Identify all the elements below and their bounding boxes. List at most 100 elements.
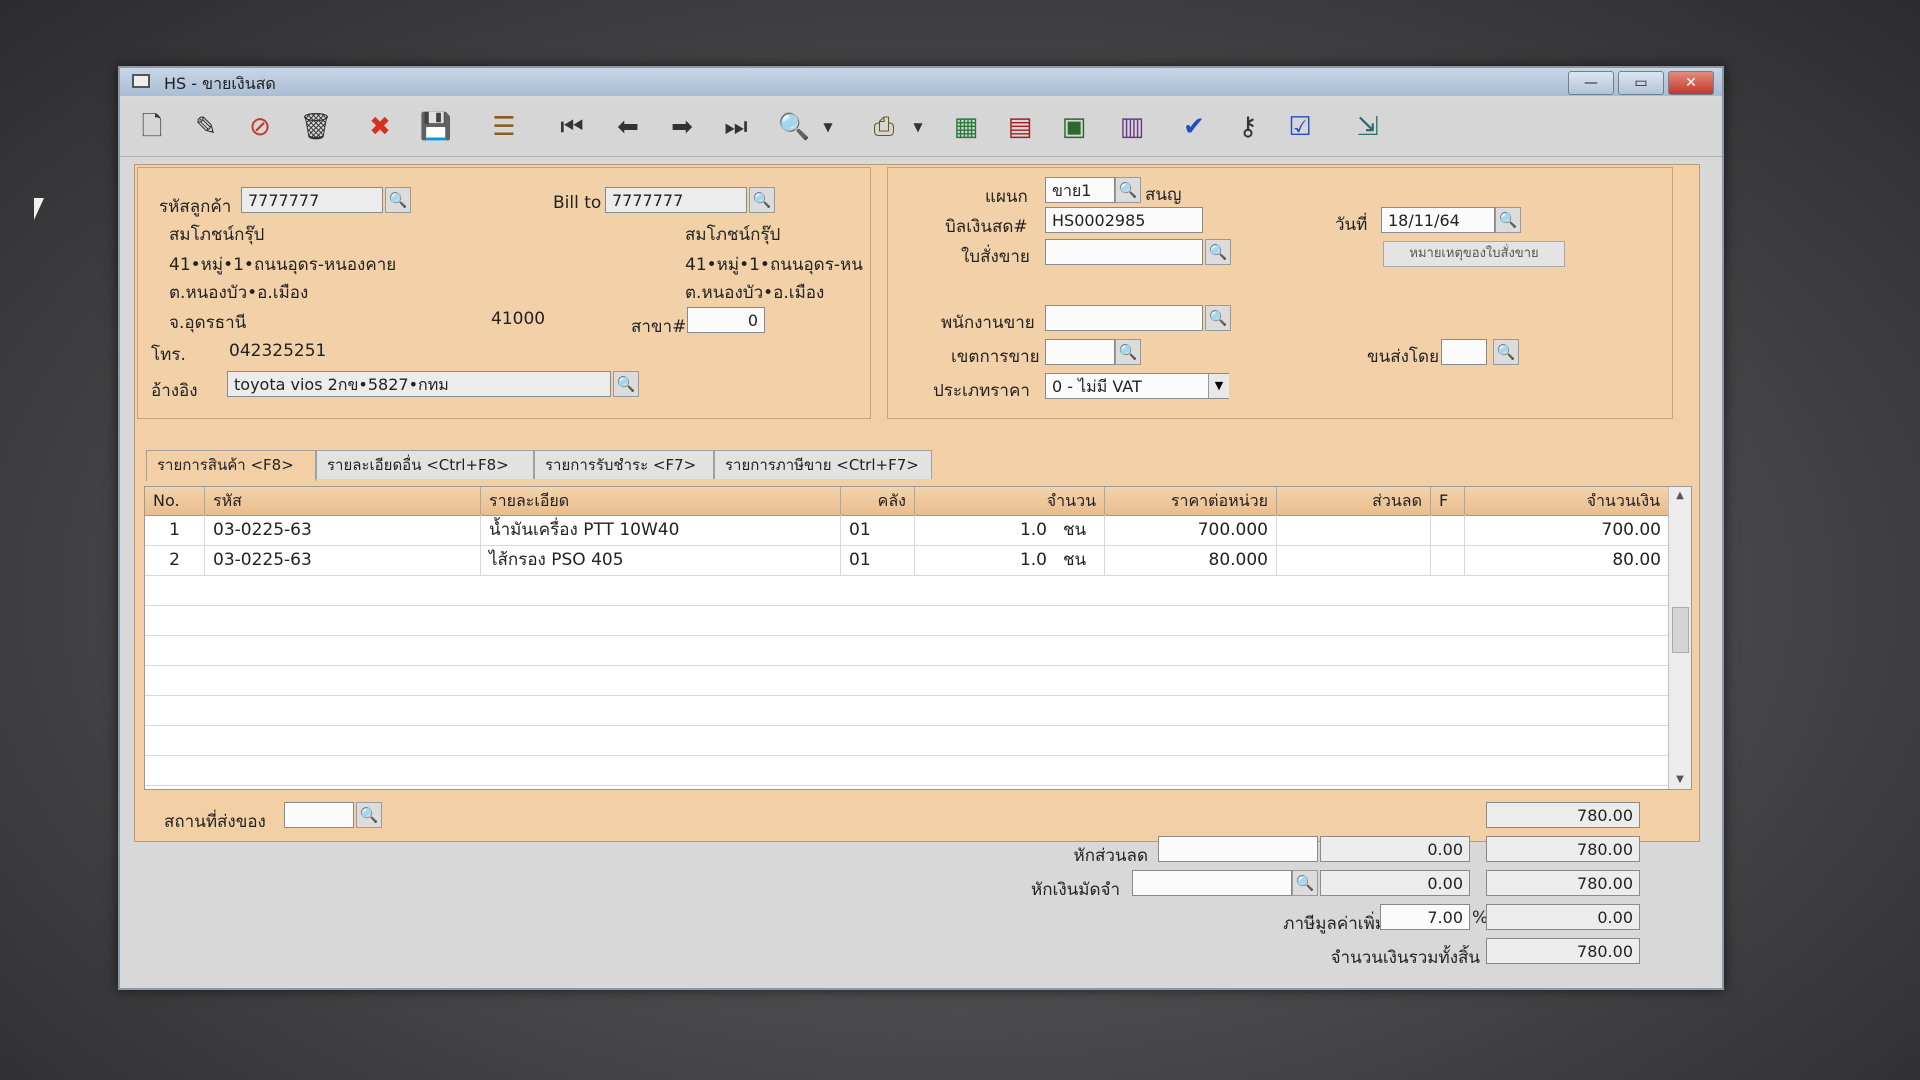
salesman-search-icon[interactable]: 🔍 bbox=[1205, 305, 1231, 331]
delivery-search-icon[interactable]: 🔍 bbox=[356, 802, 382, 828]
list-icon[interactable]: ☰ bbox=[484, 108, 524, 146]
bill-label: บิลเงินสด# bbox=[945, 217, 1028, 237]
sales-area-label: เขตการขาย bbox=[951, 347, 1040, 367]
reference-search-icon[interactable]: 🔍 bbox=[613, 371, 639, 397]
cancel-icon[interactable]: ✖ bbox=[360, 108, 400, 146]
cell-no: 1 bbox=[145, 515, 205, 545]
discount-input[interactable] bbox=[1158, 836, 1318, 862]
empty-row[interactable] bbox=[145, 665, 1669, 696]
cell-description: ไส้กรอง PSO 405 bbox=[481, 545, 841, 575]
billto-addr1: 41•หมู่•1•ถนนอุดร-หน bbox=[685, 255, 863, 275]
cell-unit-price: 80.000 bbox=[1105, 545, 1277, 575]
empty-row[interactable] bbox=[145, 605, 1669, 636]
empty-row[interactable] bbox=[145, 725, 1669, 756]
next-icon[interactable]: ➡ bbox=[662, 108, 702, 146]
dept-search-icon[interactable]: 🔍 bbox=[1115, 177, 1141, 203]
approve-icon[interactable]: ✔ bbox=[1174, 108, 1214, 146]
prev-icon[interactable]: ⬅ bbox=[608, 108, 648, 146]
customer-code-input[interactable]: 7777777 bbox=[241, 187, 383, 213]
empty-row[interactable] bbox=[145, 635, 1669, 666]
new-doc-icon[interactable]: 🗋 bbox=[132, 108, 172, 146]
calc-icon[interactable]: ▦ bbox=[946, 108, 986, 146]
report-icon[interactable]: ▤ bbox=[1000, 108, 1040, 146]
print-icon[interactable]: ⎙ bbox=[864, 108, 904, 146]
void-icon[interactable]: ⊘ bbox=[240, 108, 280, 146]
branch-input[interactable]: 0 bbox=[687, 307, 765, 333]
billto-search-icon[interactable]: 🔍 bbox=[749, 187, 775, 213]
find-icon[interactable]: 🔍 bbox=[774, 108, 814, 146]
table-icon[interactable]: ▥ bbox=[1112, 108, 1152, 146]
col-unit-price: ราคาต่อหน่วย bbox=[1105, 487, 1277, 515]
deposit-input[interactable] bbox=[1132, 870, 1292, 896]
exit-icon[interactable]: ⇲ bbox=[1348, 108, 1388, 146]
customer-code-label: รหัสลูกค้า bbox=[159, 197, 232, 217]
unlock-icon[interactable]: ⚷ bbox=[1228, 108, 1268, 146]
print-dropdown-icon[interactable]: ▼ bbox=[910, 108, 926, 146]
cell-unit: ชน bbox=[1055, 515, 1105, 545]
sales-area-search-icon[interactable]: 🔍 bbox=[1115, 339, 1141, 365]
sales-order-label: ใบสั่งขาย bbox=[961, 247, 1030, 267]
date-picker-icon[interactable]: 🔍 bbox=[1495, 207, 1521, 233]
scroll-thumb[interactable] bbox=[1672, 607, 1689, 653]
find-dropdown-icon[interactable]: ▼ bbox=[820, 108, 836, 146]
ship-by-input[interactable] bbox=[1441, 339, 1487, 365]
vat-rate-input[interactable]: 7.00 bbox=[1380, 904, 1470, 930]
date-input[interactable]: 18/11/64 bbox=[1381, 207, 1495, 233]
tab-payments[interactable]: รายการรับชำระ <F7> bbox=[534, 450, 714, 479]
reference-input[interactable]: toyota vios 2กข•5827•กทม bbox=[227, 371, 611, 397]
sales-area-input[interactable] bbox=[1045, 339, 1115, 365]
empty-row[interactable] bbox=[145, 755, 1669, 786]
deposit-label: หักเงินมัดจำ bbox=[1031, 880, 1120, 900]
cell-description: น้ำมันเครื่อง PTT 10W40 bbox=[481, 515, 841, 545]
cell-quantity: 1.0 bbox=[1019, 520, 1047, 540]
price-type-select[interactable]: 0 - ไม่มี VAT bbox=[1045, 373, 1229, 399]
grid-scrollbar[interactable]: ▲ ▼ bbox=[1668, 487, 1691, 789]
sales-order-input[interactable] bbox=[1045, 239, 1203, 265]
trash-icon[interactable]: 🗑 bbox=[296, 108, 336, 146]
table-row[interactable]: 1 03-0225-63 น้ำมันเครื่อง PTT 10W40 01 … bbox=[145, 515, 1669, 546]
grid-header: No. รหัส รายละเอียด คลัง จำนวน ราคาต่อหน… bbox=[145, 487, 1669, 516]
so-icon[interactable]: ▣ bbox=[1054, 108, 1094, 146]
col-warehouse: คลัง bbox=[841, 487, 915, 515]
last-icon[interactable]: ⏭ bbox=[716, 108, 756, 146]
tab-sales-tax[interactable]: รายการภาษีขาย <Ctrl+F7> bbox=[714, 450, 932, 479]
scroll-up-icon[interactable]: ▲ bbox=[1669, 487, 1691, 505]
items-grid: No. รหัส รายละเอียด คลัง จำนวน ราคาต่อหน… bbox=[144, 486, 1692, 790]
save-icon[interactable]: 💾 bbox=[416, 108, 456, 146]
chevron-down-icon[interactable]: ▼ bbox=[1208, 374, 1229, 398]
bill-input[interactable]: HS0002985 bbox=[1045, 207, 1203, 233]
phone-label: โทร. bbox=[151, 345, 186, 365]
reference-label: อ้างอิง bbox=[151, 381, 198, 401]
dept-label: แผนก bbox=[985, 187, 1028, 207]
tab-items[interactable]: รายการสินค้า <F8> bbox=[146, 450, 316, 481]
ok-icon[interactable]: ☑ bbox=[1280, 108, 1320, 146]
cell-warehouse: 01 bbox=[841, 545, 915, 575]
billto-name: สมโภชน์กรุ๊ป bbox=[685, 225, 781, 245]
ship-by-search-icon[interactable]: 🔍 bbox=[1493, 339, 1519, 365]
minimize-button[interactable]: — bbox=[1568, 71, 1614, 95]
customer-search-icon[interactable]: 🔍 bbox=[385, 187, 411, 213]
deposit-search-icon[interactable]: 🔍 bbox=[1292, 870, 1318, 896]
discount-value: 0.00 bbox=[1320, 836, 1470, 862]
cell-no: 2 bbox=[145, 545, 205, 575]
col-description: รายละเอียด bbox=[481, 487, 841, 515]
sales-order-note-button[interactable]: หมายเหตุของใบสั่งขาย bbox=[1383, 241, 1565, 267]
mouse-cursor bbox=[34, 198, 44, 220]
tab-other-details[interactable]: รายละเอียดอื่น <Ctrl+F8> bbox=[316, 450, 534, 479]
maximize-button[interactable]: ▭ bbox=[1618, 71, 1664, 95]
dept-input[interactable]: ขาย1 bbox=[1045, 177, 1115, 203]
edit-icon[interactable]: ✎ bbox=[186, 108, 226, 146]
table-row[interactable]: 2 03-0225-63 ไส้กรอง PSO 405 01 1.0 ชน 8… bbox=[145, 545, 1669, 576]
salesman-input[interactable] bbox=[1045, 305, 1203, 331]
delivery-input[interactable] bbox=[284, 802, 354, 828]
scroll-down-icon[interactable]: ▼ bbox=[1669, 771, 1691, 789]
ship-by-label: ขนส่งโดย bbox=[1367, 347, 1440, 367]
cell-code: 03-0225-63 bbox=[205, 545, 481, 575]
empty-row[interactable] bbox=[145, 695, 1669, 726]
close-button[interactable]: ✕ bbox=[1668, 71, 1714, 95]
first-icon[interactable]: ⏮ bbox=[552, 108, 592, 146]
col-quantity: จำนวน bbox=[915, 487, 1105, 515]
empty-row[interactable] bbox=[145, 575, 1669, 606]
sales-order-search-icon[interactable]: 🔍 bbox=[1205, 239, 1231, 265]
billto-input[interactable]: 7777777 bbox=[605, 187, 747, 213]
